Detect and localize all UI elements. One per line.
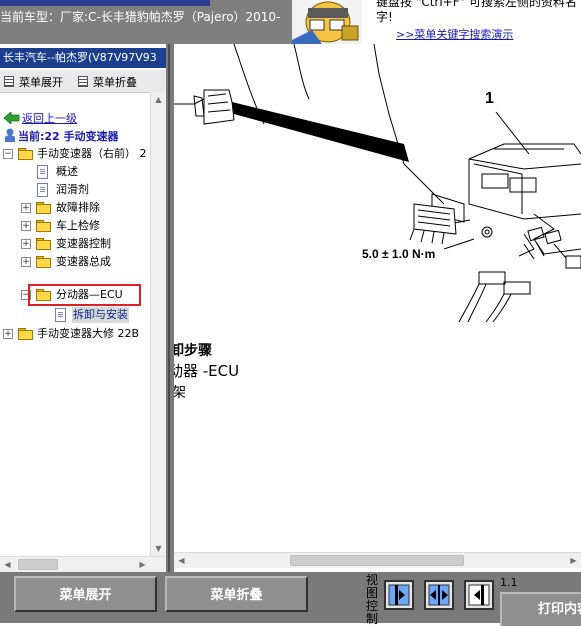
scroll-down-icon[interactable]: ▼ — [151, 541, 166, 556]
menu-tree-panel: 长丰汽车--帕杰罗(V87V97V93 菜单展开 菜单折叠 返回上一级 当前:2… — [0, 44, 166, 572]
tree-item-label: 故障排除 — [56, 201, 100, 214]
current-car-model: 当前车型：厂家:C-长丰猎豹帕杰罗（Pajero）2010- — [0, 10, 281, 24]
expand-menu-button[interactable]: 菜单展开 — [14, 576, 157, 612]
document-icon — [37, 183, 48, 197]
search-tip-panel: 键盘按 "Ctrl+F" 可搜索左侧的资料名字! >>菜单关键字搜索演示 — [362, 0, 581, 44]
scroll-up-icon[interactable]: ▲ — [151, 92, 166, 107]
back-button[interactable]: 返回上一级 — [3, 110, 77, 126]
view-control-label: 视图控制 — [366, 573, 379, 626]
expand-box-icon[interactable]: + — [3, 329, 13, 339]
scroll-left-icon[interactable]: ◀ — [0, 557, 15, 572]
menu-list-icon — [4, 76, 14, 87]
folder-icon — [36, 220, 51, 232]
folder-icon — [36, 202, 51, 214]
tree-item-label: 变速器控制 — [56, 237, 111, 250]
actual-size-icon — [468, 584, 490, 606]
tree-item-label: 车上检修 — [56, 219, 100, 232]
search-demo-link[interactable]: >>菜单关键字搜索演示 — [396, 26, 513, 42]
scroll-right-icon[interactable]: ▶ — [135, 557, 150, 572]
drawing-pane: 1 5.0 ± 1.0 N·m 卸步骤 动器 -ECU 架 ◀ ▶ — [174, 44, 581, 572]
tree-vertical-scrollbar[interactable]: ▲ ▼ — [150, 92, 166, 556]
print-button[interactable]: 打印内容 — [500, 592, 581, 626]
folder-icon — [18, 148, 33, 160]
tree-collapse-button[interactable]: 菜单折叠 — [78, 74, 137, 90]
mascot-icon — [292, 0, 362, 44]
folder-icon — [18, 328, 33, 340]
scroll-thumb[interactable] — [18, 559, 58, 570]
expand-box-icon[interactable]: + — [21, 257, 31, 267]
fit-page-button[interactable] — [384, 580, 414, 610]
actual-size-button[interactable] — [464, 580, 494, 610]
scroll-left-icon[interactable]: ◀ — [174, 553, 189, 568]
collapse-menu-button[interactable]: 菜单折叠 — [165, 576, 308, 612]
torque-spec: 5.0 ± 1.0 N·m — [362, 247, 436, 261]
tree-item-label: 手动变速器（右前） 2 — [37, 147, 147, 160]
header-bar: 当前车型：厂家:C-长丰猎豹帕杰罗（Pajero）2010- 键盘按 "Ctrl… — [0, 0, 581, 44]
ecu-drawing — [174, 44, 581, 323]
tree-title: 长丰汽车--帕杰罗(V87V97V93 — [0, 48, 166, 68]
tree-horizontal-scrollbar[interactable]: ◀ ▶ — [0, 556, 166, 572]
fit-width-button[interactable] — [424, 580, 454, 610]
document-icon — [37, 165, 48, 179]
callout-number: 1 — [485, 90, 494, 107]
drawing-horizontal-scrollbar[interactable]: ◀ ▶ — [174, 552, 581, 568]
document-icon — [55, 308, 66, 322]
highlight-box — [28, 284, 141, 306]
tree-collapse-label: 菜单折叠 — [93, 76, 137, 89]
page-number: 1.1 — [500, 576, 518, 589]
person-pin-icon — [5, 128, 15, 142]
step-name: 动器 -ECU — [174, 362, 240, 380]
back-arrow-icon — [3, 111, 20, 125]
menu-list-icon — [78, 76, 88, 87]
bottom-toolbar: 菜单展开 菜单折叠 视图控制 1.1 打印内容 — [0, 572, 581, 626]
fit-page-icon — [388, 584, 410, 606]
step-continued: 架 — [174, 385, 186, 401]
expand-box-icon[interactable]: + — [21, 239, 31, 249]
fit-width-icon — [428, 584, 450, 606]
tree-item-label-selected: 拆卸与安装 — [72, 307, 129, 323]
drawing-scroll-thumb[interactable] — [290, 555, 464, 566]
step-title: 卸步骤 — [174, 343, 212, 359]
tree-expand-label: 菜单展开 — [19, 76, 63, 89]
tree-expand-button[interactable]: 菜单展开 — [4, 74, 63, 90]
expand-box-icon[interactable]: + — [21, 221, 31, 231]
search-tip-text: 键盘按 "Ctrl+F" 可搜索左侧的资料名字! — [376, 0, 577, 24]
current-location-label: 当前:22 手动变速器 — [18, 130, 119, 143]
scroll-right-icon[interactable]: ▶ — [566, 553, 581, 568]
collapse-box-icon[interactable]: − — [3, 149, 13, 159]
header-accent-strip — [0, 0, 210, 6]
back-label: 返回上一级 — [22, 112, 77, 125]
folder-icon — [36, 238, 51, 250]
folder-icon — [36, 256, 51, 268]
expand-box-icon[interactable]: + — [21, 203, 31, 213]
tree-item-label: 变速器总成 — [56, 255, 111, 268]
panel-splitter[interactable] — [166, 44, 174, 572]
tree-item-label: 概述 — [56, 165, 78, 178]
tree-item-label: 手动变速器大修 22B — [37, 327, 140, 340]
tree-item-label: 润滑剂 — [56, 183, 89, 196]
tree-toolbar: 菜单展开 菜单折叠 — [0, 70, 166, 93]
current-location: 当前:22 手动变速器 — [4, 128, 119, 144]
